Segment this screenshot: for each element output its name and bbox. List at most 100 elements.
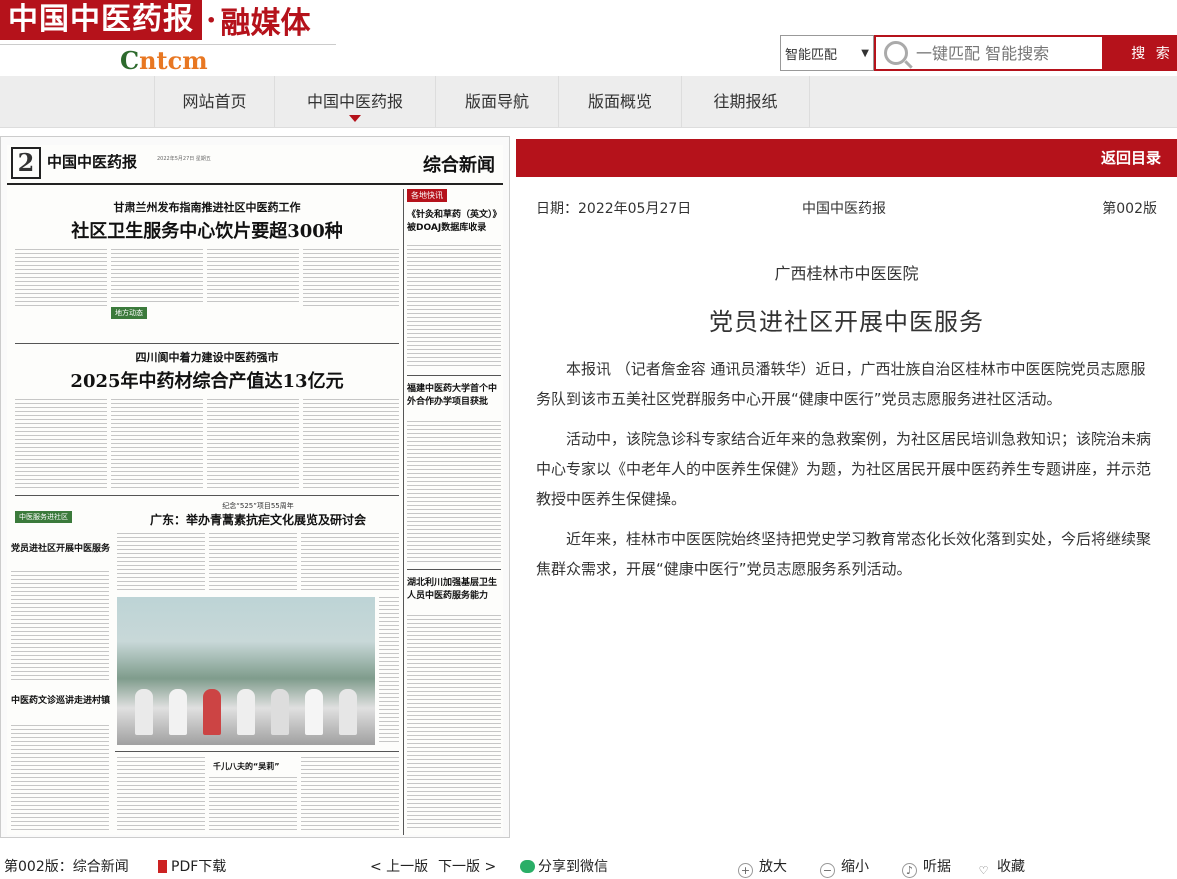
column-rule [403,189,404,835]
newspaper-page-image: 2 中国中医药报 2022年5月27日 星期五 综合新闻 各地快讯 甘肃兰州发布… [7,145,503,835]
article-toolbar: 返回目录 [516,139,1177,177]
text-block [111,399,203,489]
chevron-down-icon: ▼ [861,47,869,59]
page-date: 2022年5月27日 星期五 [157,156,211,162]
article-paragraph: 活动中，该院急诊科专家结合近年来的急救案例，为社区居民培训急救知识；该院治未病中… [536,430,1152,508]
nav-item-layout-overview[interactable]: 版面概览 [559,76,682,128]
mid-small-headline: 千儿八夫的“吴莉” [213,762,280,771]
zoom-out-label: 缩小 [841,859,869,875]
text-block [117,533,205,591]
main-nav: 网站首页 中国中医药报 版面导航 版面概览 往期报纸 [0,76,1177,128]
text-block [11,725,109,831]
column-banner: 地方动态 [111,307,147,319]
cntcm-logo-rest: ntcm [139,46,208,75]
article-3-headline: 广东：举办青蒿素抗疟文化展览及研讨会 [149,513,366,527]
search-icon [884,41,908,65]
article-paper-name: 中国中医药报 [802,201,886,217]
text-block [303,249,399,309]
article-5-heading[interactable]: 中医药文诊巡讲走进村镇 [11,693,111,706]
article-3-kicker: 纪念“525”项目55周年 [222,502,294,510]
page-section: 综合新闻 [423,155,495,176]
side-article-1[interactable]: 《针灸和草药（英文）》被DOAJ数据库收录 [407,207,501,233]
listen-label: 听据 [923,859,951,875]
next-page-link[interactable]: 下一版 > [438,856,496,876]
nav-item-newspaper[interactable]: 中国中医药报 [275,76,436,128]
article-panel: 返回目录 日期：2022年05月27日 中国中医药报 第002版 广西桂林市中医… [516,136,1177,838]
article-2-headline: 2025年中药材综合产值达13亿元 [70,371,344,392]
article-1-heading[interactable]: 甘肃兰州发布指南推进社区中医药工作 社区卫生服务中心饮片要超300种 [15,199,399,243]
zoom-in-button[interactable]: + 放大 [738,856,787,878]
article-2-subhead: 四川阆中着力建设中医药强市 [135,351,279,364]
photo-figure [305,689,323,735]
text-block [15,249,107,309]
article-4-heading[interactable]: 党员进社区开展中医服务 [11,541,111,554]
text-block [117,757,205,833]
text-block [209,777,297,833]
article-5-headline: 中医药文诊巡讲走进村镇 [11,696,111,706]
listen-button[interactable]: ♪ 听据 [902,856,951,878]
favorite-label: 收藏 [997,859,1025,875]
site-logo[interactable]: 中国中医药报 · 融媒体 [0,0,311,41]
text-block [207,399,299,489]
side-article-2[interactable]: 福建中医药大学首个中外合作办学项目获批 [407,381,501,407]
logo-sub-text: 融媒体 [220,6,311,41]
side-article-1-headline: 《针灸和草药（英文）》被DOAJ数据库收录 [407,210,498,233]
search-input[interactable] [916,43,1066,63]
search-bar: 智能匹配 ▼ 搜 索 [780,35,1177,71]
nav-item-home[interactable]: 网站首页 [154,76,275,128]
zoom-in-label: 放大 [759,859,787,875]
photo-figure [135,689,153,735]
newspaper-page-viewer[interactable]: 2 中国中医药报 2022年5月27日 星期五 综合新闻 各地快讯 甘肃兰州发布… [0,136,510,838]
current-page-label[interactable]: 第002版：综合新闻 [4,856,129,876]
share-wechat-button[interactable]: 分享到微信 [520,856,608,876]
back-to-contents-link[interactable]: 返回目录 [1101,139,1161,177]
text-block [209,533,297,591]
left-col-tag: 中医服务进社区 [15,511,72,523]
cntcm-logo-c: C [120,46,140,75]
logo-dot: · [206,2,217,38]
side-article-3[interactable]: 湖北利川加强基层卫生人员中医药服务能力 [407,575,501,601]
article-paragraph: 本报讯 （记者詹金容 通讯员潘轶华）近日，广西壮族自治区桂林市中医医院党员志愿服… [536,360,1146,408]
logo-main-text: 中国中医药报 [0,0,202,40]
text-block [111,249,203,303]
share-wechat-label: 分享到微信 [538,859,608,875]
article-page: 第002版 [1102,201,1157,217]
article-paragraph: 近年来，桂林市中医医院始终坚持把党史学习教育常态化长效化落到实处，今后将继续聚焦… [536,530,1152,578]
pdf-download-link[interactable]: PDF下载 [158,856,226,876]
article-3-heading[interactable]: 纪念“525”项目55周年 广东：举办青蒿素抗疟文化展览及研讨会 [117,501,399,528]
bottom-toolbar: 第002版：综合新闻 PDF下载 < 上一版 下一版 > 分享到微信 + 放大 −… [0,850,1177,878]
search-mode-select[interactable]: 智能匹配 ▼ [780,35,874,71]
zoom-out-icon: − [820,863,835,878]
side-article-3-headline: 湖北利川加强基层卫生人员中医药服务能力 [407,578,498,601]
search-input-wrap [874,35,1104,71]
text-block [15,399,107,489]
photo-figure [339,689,357,735]
heart-icon: ♡ [978,864,989,877]
search-button[interactable]: 搜 索 [1104,35,1177,71]
favorite-button[interactable]: ♡ 收藏 [976,856,1025,879]
article-subtitle: 广西桂林市中医医院 [774,264,919,283]
article-2-heading[interactable]: 四川阆中着力建设中医药强市 2025年中药材综合产值达13亿元 [15,349,399,393]
text-block [303,399,399,489]
article-1-headline: 社区卫生服务中心饮片要超300种 [71,221,343,242]
photo-figure [203,689,221,735]
zoom-in-icon: + [738,863,753,878]
speaker-icon: ♪ [902,863,917,878]
prev-page-link[interactable]: < 上一版 [370,856,428,876]
site-header: 中国中医药报 · 融媒体 Cntcm 智能匹配 ▼ 搜 索 [0,0,1177,76]
zoom-out-button[interactable]: − 缩小 [820,856,869,878]
article-body: 本报讯 （记者詹金容 通讯员潘轶华）近日，广西壮族自治区桂林市中医医院党员志愿服… [536,354,1159,594]
section-rule [15,343,399,344]
article-date: 日期：2022年05月27日 [536,201,692,217]
article-4-headline: 党员进社区开展中医服务 [11,544,111,554]
text-block [407,421,501,563]
page-number: 2 [11,147,41,179]
text-block [301,533,399,591]
text-block [301,757,399,833]
nav-item-archive[interactable]: 往期报纸 [682,76,810,128]
page-masthead: 2 中国中医药报 2022年5月27日 星期五 综合新闻 [7,145,503,185]
text-block [11,571,109,683]
side-article-2-headline: 福建中医药大学首个中外合作办学项目获批 [407,384,498,407]
nav-item-layout-nav[interactable]: 版面导航 [436,76,559,128]
article-title: 党员进社区开展中医服务 [709,308,984,336]
